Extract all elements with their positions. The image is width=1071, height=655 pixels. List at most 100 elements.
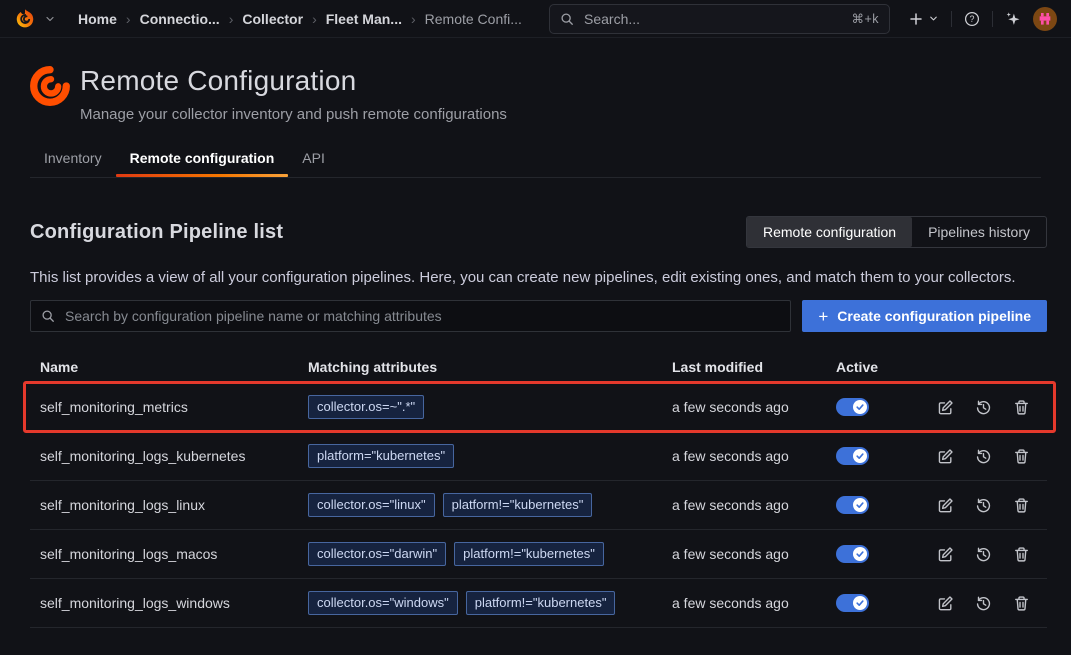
search-shortcut-label: ⌘+k xyxy=(851,11,879,26)
collector-app-icon xyxy=(29,65,71,107)
delete-pipeline-button[interactable] xyxy=(1013,447,1031,465)
delete-pipeline-button[interactable] xyxy=(1013,594,1031,612)
page-tabs: Inventory Remote configuration API xyxy=(30,139,1041,178)
tab-remote-configuration[interactable]: Remote configuration xyxy=(116,139,289,177)
help-button[interactable]: ? xyxy=(964,11,980,27)
ai-assistant-button[interactable] xyxy=(1005,11,1021,27)
pipeline-table: Name Matching attributes Last modified A… xyxy=(30,350,1047,628)
toggle-knob xyxy=(853,596,867,610)
active-toggle[interactable] xyxy=(836,447,869,465)
active-toggle[interactable] xyxy=(836,496,869,514)
history-pipeline-button[interactable] xyxy=(975,447,993,465)
section-description: This list provides a view of all your co… xyxy=(30,269,1041,286)
breadcrumb-connections[interactable]: Connectio... xyxy=(140,11,220,27)
toggle-knob xyxy=(853,498,867,512)
global-search-box[interactable]: ⌘+k xyxy=(549,4,890,34)
pipeline-search-box[interactable] xyxy=(30,300,791,332)
column-header-name: Name xyxy=(30,359,298,375)
edit-pipeline-button[interactable] xyxy=(937,545,955,563)
section-title: Configuration Pipeline list xyxy=(30,221,283,244)
delete-pipeline-button[interactable] xyxy=(1013,398,1031,416)
delete-pipeline-button[interactable] xyxy=(1013,496,1031,514)
breadcrumb-home[interactable]: Home xyxy=(78,11,117,27)
history-pipeline-button[interactable] xyxy=(975,545,993,563)
help-icon: ? xyxy=(964,11,980,27)
list-controls: + Create configuration pipeline xyxy=(30,300,1047,332)
table-body: self_monitoring_metrics collector.os=~".… xyxy=(30,383,1047,628)
attribute-badge: platform!="kubernetes" xyxy=(454,542,604,566)
check-icon xyxy=(856,403,864,411)
edit-pipeline-button[interactable] xyxy=(937,447,955,465)
active-toggle[interactable] xyxy=(836,594,869,612)
history-icon xyxy=(975,595,992,612)
add-new-button[interactable] xyxy=(908,11,939,27)
check-icon xyxy=(856,550,864,558)
table-header: Name Matching attributes Last modified A… xyxy=(30,350,1047,383)
tab-api[interactable]: API xyxy=(288,139,339,177)
row-actions xyxy=(937,447,1031,465)
toggle-knob xyxy=(853,400,867,414)
column-header-matching-attributes: Matching attributes xyxy=(298,359,662,375)
table-row: self_monitoring_logs_kubernetes platform… xyxy=(30,432,1047,481)
section-header: Configuration Pipeline list Remote confi… xyxy=(30,216,1047,248)
column-header-active: Active xyxy=(826,359,1047,375)
top-navigation-bar: Home › Connectio... › Collector › Fleet … xyxy=(0,0,1071,38)
user-avatar[interactable] xyxy=(1033,7,1057,31)
trash-icon xyxy=(1013,448,1030,465)
table-row: self_monitoring_logs_windows collector.o… xyxy=(30,579,1047,628)
breadcrumb-separator: › xyxy=(229,11,234,27)
breadcrumb-fleet-management[interactable]: Fleet Man... xyxy=(326,11,402,27)
breadcrumb-remote-configuration[interactable]: Remote Confi... xyxy=(425,11,522,27)
plus-icon xyxy=(908,11,924,27)
breadcrumb-collector[interactable]: Collector xyxy=(242,11,303,27)
edit-pipeline-button[interactable] xyxy=(937,398,955,416)
pipeline-name: self_monitoring_logs_linux xyxy=(30,497,298,513)
attribute-badge: collector.os="windows" xyxy=(308,591,458,615)
row-actions xyxy=(937,496,1031,514)
row-actions xyxy=(937,398,1031,416)
history-icon xyxy=(975,546,992,563)
toggle-knob xyxy=(853,547,867,561)
tab-inventory[interactable]: Inventory xyxy=(30,139,116,177)
breadcrumb-separator: › xyxy=(126,11,131,27)
plus-icon: + xyxy=(818,308,828,325)
divider xyxy=(951,11,952,27)
edit-icon xyxy=(937,497,954,514)
pipeline-search-input[interactable] xyxy=(63,307,780,325)
edit-icon xyxy=(937,399,954,416)
delete-pipeline-button[interactable] xyxy=(1013,545,1031,563)
row-actions xyxy=(937,545,1031,563)
view-toggle-pipelines-history[interactable]: Pipelines history xyxy=(912,217,1046,247)
table-row: self_monitoring_logs_macos collector.os=… xyxy=(30,530,1047,579)
view-toggle-group: Remote configuration Pipelines history xyxy=(746,216,1047,248)
history-pipeline-button[interactable] xyxy=(975,398,993,416)
matching-attributes: collector.os="darwin" platform!="kubernet… xyxy=(298,542,662,566)
edit-icon xyxy=(937,448,954,465)
active-toggle[interactable] xyxy=(836,398,869,416)
table-row: self_monitoring_metrics collector.os=~".… xyxy=(30,383,1047,432)
org-switcher-chevron-down-icon[interactable] xyxy=(44,13,56,25)
active-cell xyxy=(826,545,1047,563)
grafana-logo-icon[interactable] xyxy=(14,8,36,30)
edit-pipeline-button[interactable] xyxy=(937,594,955,612)
edit-pipeline-button[interactable] xyxy=(937,496,955,514)
row-actions xyxy=(937,594,1031,612)
edit-icon xyxy=(937,595,954,612)
check-icon xyxy=(856,501,864,509)
check-icon xyxy=(856,452,864,460)
edit-icon xyxy=(937,546,954,563)
trash-icon xyxy=(1013,399,1030,416)
history-pipeline-button[interactable] xyxy=(975,496,993,514)
last-modified: a few seconds ago xyxy=(662,595,826,611)
global-search-input[interactable] xyxy=(582,10,843,28)
chevron-down-icon xyxy=(928,13,939,24)
view-toggle-remote-configuration[interactable]: Remote configuration xyxy=(747,217,912,247)
trash-icon xyxy=(1013,546,1030,563)
active-toggle[interactable] xyxy=(836,545,869,563)
create-configuration-pipeline-button[interactable]: + Create configuration pipeline xyxy=(802,300,1047,332)
history-icon xyxy=(975,448,992,465)
divider xyxy=(992,11,993,27)
attribute-badge: collector.os="darwin" xyxy=(308,542,446,566)
column-header-last-modified: Last modified xyxy=(662,359,826,375)
history-pipeline-button[interactable] xyxy=(975,594,993,612)
